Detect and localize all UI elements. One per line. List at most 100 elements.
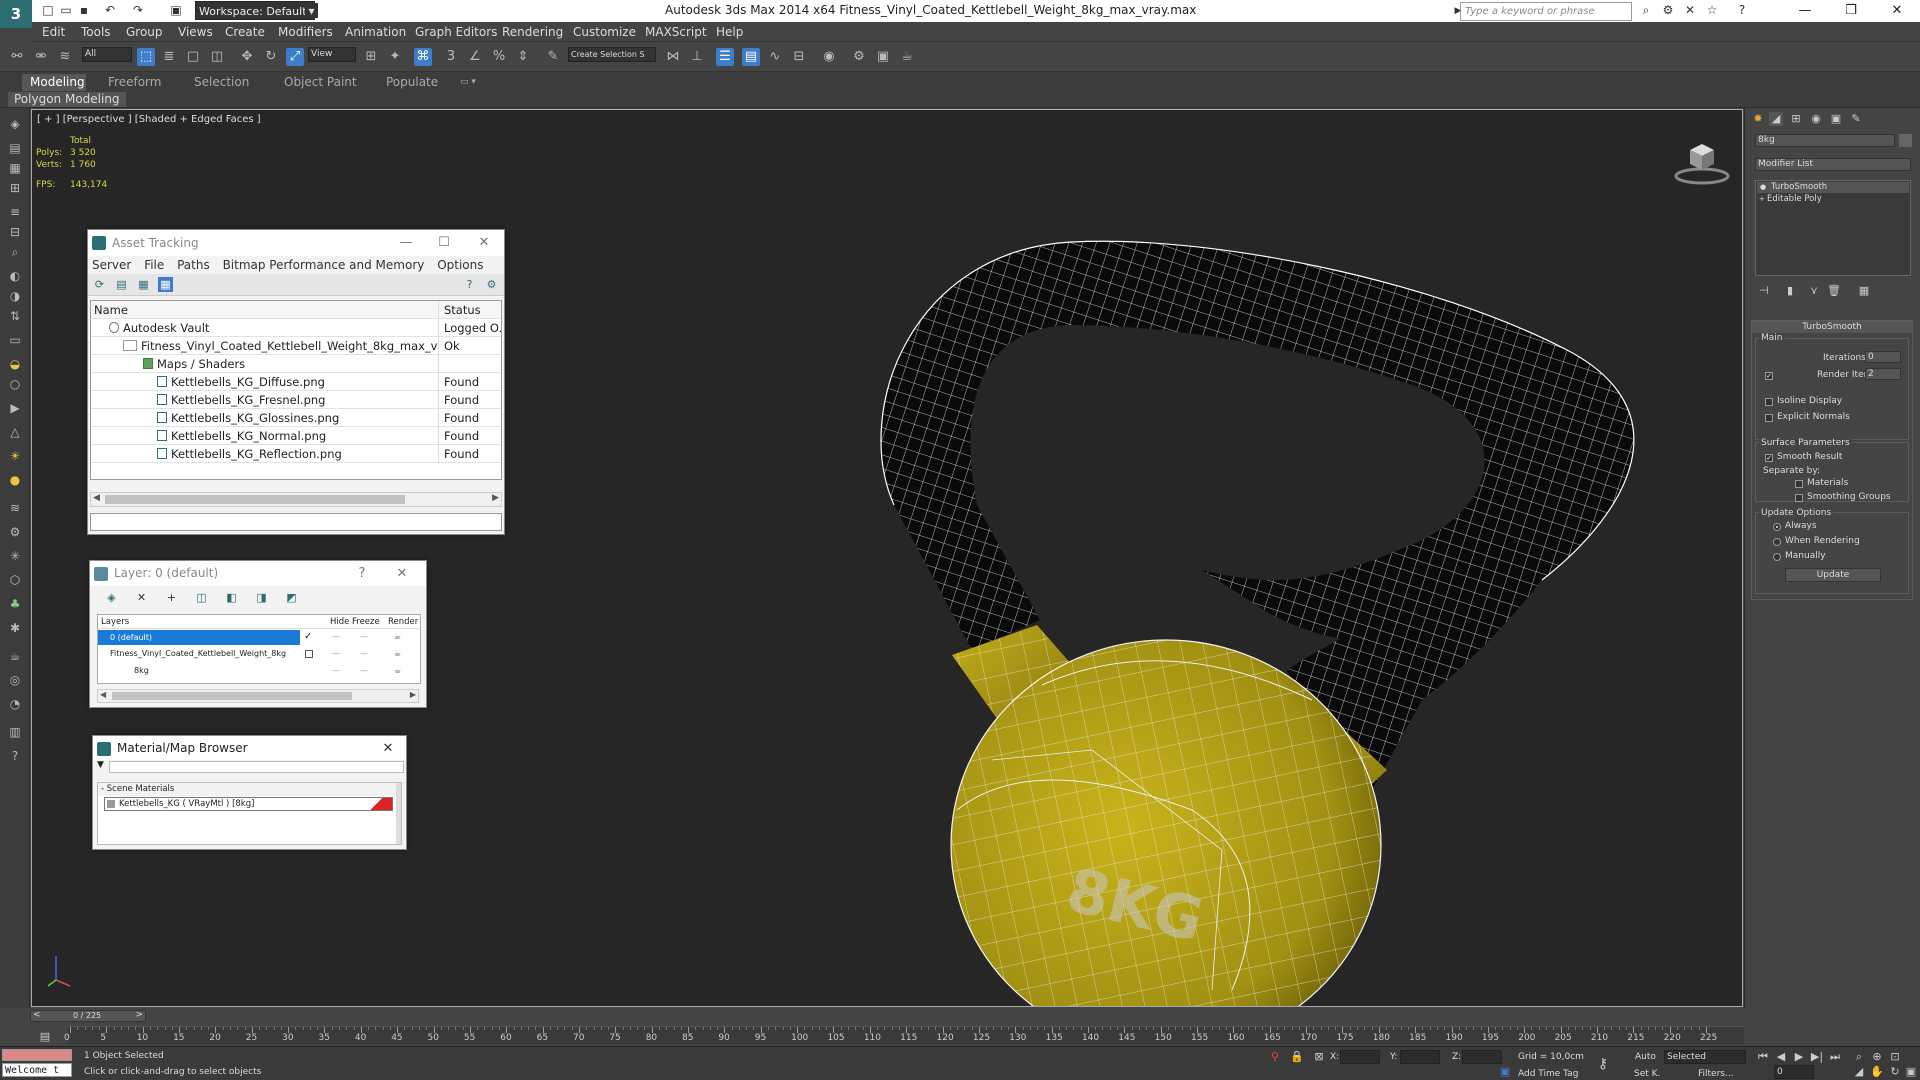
column-status[interactable]: Status bbox=[441, 301, 501, 319]
materials-checkbox[interactable] bbox=[1795, 480, 1803, 488]
hierarchy-tab-icon[interactable]: ⊞ bbox=[1789, 112, 1803, 126]
key-filters-button[interactable]: Filters... bbox=[1698, 1069, 1734, 1079]
menu-graph-editors[interactable]: Graph Editors bbox=[415, 25, 497, 39]
object-name-field[interactable]: 8kg bbox=[1755, 134, 1895, 147]
at-menu-file[interactable]: File bbox=[144, 258, 164, 272]
window-crossing-icon[interactable]: ◫ bbox=[208, 48, 226, 66]
update-button[interactable]: Update bbox=[1785, 568, 1881, 582]
favorites-icon[interactable]: ☆ bbox=[1704, 2, 1720, 18]
filter-icon[interactable]: ⊟ bbox=[6, 224, 24, 240]
rectangular-selection-icon[interactable]: □ bbox=[184, 48, 202, 66]
at-menu-bitmap-performance[interactable]: Bitmap Performance and Memory bbox=[223, 258, 425, 272]
utilities-tab-icon[interactable]: ✎ bbox=[1849, 112, 1863, 126]
set-key-button[interactable]: Set K. bbox=[1634, 1069, 1660, 1079]
help-circle-icon[interactable]: ? bbox=[6, 748, 24, 764]
active-layer-box[interactable] bbox=[305, 650, 313, 658]
time-slider[interactable]: < 0 / 225 > bbox=[30, 1010, 146, 1022]
menu-customize[interactable]: Customize bbox=[573, 25, 636, 39]
rotate-icon[interactable]: ↻ bbox=[262, 48, 280, 66]
absolute-mode-icon[interactable]: ⊠ bbox=[1312, 1050, 1326, 1064]
asset-tracking-minimize-button[interactable]: — bbox=[392, 230, 420, 256]
table-row[interactable]: Fitness_Vinyl_Coated_Kettlebell_Weight_8… bbox=[91, 337, 501, 355]
layer-row[interactable]: 0 (default) ✓ — — ☕ bbox=[98, 629, 420, 646]
render-teapot-icon[interactable]: ☕ bbox=[394, 646, 401, 661]
bone-icon[interactable]: ● bbox=[6, 472, 24, 488]
zoom-extents-icon[interactable]: ⊡ bbox=[1888, 1050, 1902, 1064]
play-icon[interactable]: ▶ bbox=[1792, 1050, 1806, 1064]
freeze-toggle[interactable]: — bbox=[360, 646, 368, 661]
scale-icon[interactable]: ⤢ bbox=[286, 48, 304, 66]
named-selection-dropdown[interactable]: Create Selection S bbox=[568, 47, 656, 62]
new-file-icon[interactable]: □ bbox=[40, 2, 56, 18]
material-browser-titlebar[interactable]: Material/Map Browser ✕ bbox=[93, 736, 406, 760]
table-row[interactable]: Kettlebells_KG_Glossines.png Found bbox=[91, 409, 501, 427]
render-teapot-icon[interactable]: ☕ bbox=[394, 629, 401, 644]
scroll-left-icon[interactable]: ◀ bbox=[93, 493, 100, 503]
time-tag-icon[interactable]: ▣ bbox=[1498, 1065, 1512, 1079]
prev-frame-icon[interactable]: ◀ bbox=[1774, 1050, 1788, 1064]
at-menu-options[interactable]: Options bbox=[437, 258, 483, 272]
goto-end-icon[interactable]: ⏭ bbox=[1828, 1050, 1842, 1064]
ribbon-toggle-icon[interactable]: ▤ bbox=[742, 48, 760, 66]
x-coordinate-field[interactable] bbox=[1340, 1050, 1380, 1064]
menu-help[interactable]: Help bbox=[716, 25, 743, 39]
close-button[interactable]: ✕ bbox=[1874, 0, 1920, 22]
menu-animation[interactable]: Animation bbox=[345, 25, 406, 39]
layer-dialog-titlebar[interactable]: Layer: 0 (default) ? ✕ bbox=[90, 561, 426, 586]
next-frame-icon[interactable]: ▶| bbox=[1810, 1050, 1824, 1064]
table-row[interactable]: Kettlebells_KG_Reflection.png Found bbox=[91, 445, 501, 463]
list-view-icon[interactable]: ▤ bbox=[114, 277, 129, 292]
zoom-all-icon[interactable]: ⊕ bbox=[1870, 1050, 1884, 1064]
render-iters-input[interactable]: 2 bbox=[1865, 368, 1901, 380]
pan-icon[interactable]: ✋ bbox=[1870, 1065, 1884, 1079]
asset-tracking-maximize-button[interactable]: ☐ bbox=[430, 230, 458, 256]
render-iters-checkbox[interactable]: ✓ bbox=[1765, 372, 1773, 380]
table-row[interactable]: Kettlebells_KG_Normal.png Found bbox=[91, 427, 501, 445]
always-radio[interactable] bbox=[1773, 523, 1781, 531]
minimize-button[interactable]: — bbox=[1782, 0, 1828, 22]
particle-icon[interactable]: ✱ bbox=[6, 620, 24, 636]
viewcube-icon[interactable] bbox=[1672, 136, 1732, 186]
layer-close-button[interactable]: ✕ bbox=[388, 561, 416, 587]
slider-prev-icon[interactable]: < bbox=[33, 1010, 41, 1020]
select-by-name-icon[interactable]: ≣ bbox=[160, 48, 178, 66]
z-coordinate-field[interactable] bbox=[1462, 1050, 1502, 1064]
menu-create[interactable]: Create bbox=[225, 25, 265, 39]
maxscript-mini-listener[interactable] bbox=[2, 1049, 72, 1061]
menu-group[interactable]: Group bbox=[126, 25, 163, 39]
binoculars-icon[interactable]: ⌕ bbox=[1638, 2, 1654, 18]
material-editor-icon[interactable]: ◉ bbox=[820, 48, 838, 66]
field-of-view-icon[interactable]: ◢ bbox=[1852, 1065, 1866, 1079]
pivot-center-icon[interactable]: ⊞ bbox=[362, 48, 380, 66]
explicit-normals-checkbox[interactable] bbox=[1765, 414, 1773, 422]
bind-space-warp-icon[interactable]: ≋ bbox=[56, 48, 74, 66]
column-hide[interactable]: Hide bbox=[330, 615, 349, 629]
find-icon[interactable]: ⌕ bbox=[6, 244, 24, 260]
scene-materials-group[interactable]: - Scene Materials bbox=[98, 783, 401, 796]
pin-stack-icon[interactable]: ⊣ bbox=[1757, 284, 1771, 298]
smooth-result-checkbox[interactable]: ✓ bbox=[1765, 454, 1773, 462]
scroll-left-icon[interactable]: ◀ bbox=[100, 690, 106, 699]
configure-sets-icon[interactable]: ▦ bbox=[1857, 284, 1871, 298]
hide-all-icon[interactable]: ◨ bbox=[254, 590, 269, 605]
layers-icon[interactable]: ≡ bbox=[6, 204, 24, 220]
motion-tab-icon[interactable]: ◉ bbox=[1809, 112, 1823, 126]
delete-layer-icon[interactable]: ✕ bbox=[134, 590, 149, 605]
menu-rendering[interactable]: Rendering bbox=[502, 25, 563, 39]
tab-modeling[interactable]: Modeling bbox=[22, 74, 86, 91]
viewport-label[interactable]: [ + ] [Perspective ] [Shaded + Edged Fac… bbox=[37, 114, 261, 125]
layer-manager-icon[interactable]: ☰ bbox=[716, 48, 734, 66]
stack-item-editable-poly[interactable]: + Editable Poly bbox=[1757, 194, 1909, 205]
reference-coordinate-dropdown[interactable]: View bbox=[308, 47, 356, 62]
at-menu-server[interactable]: Server bbox=[92, 258, 131, 272]
expand-icon[interactable]: + bbox=[1759, 194, 1765, 205]
scrollbar-thumb[interactable] bbox=[105, 495, 405, 504]
column-freeze[interactable]: Freeze bbox=[352, 615, 380, 629]
menu-views[interactable]: Views bbox=[178, 25, 213, 39]
smoothing-groups-checkbox[interactable] bbox=[1795, 494, 1803, 502]
track-bar[interactable]: 0 5 10 15 20 25 30 35 40 45 50 55 60 65 70 75 80 85 90 95 10… bbox=[64, 1026, 1744, 1044]
highlight-layer-icon[interactable]: ◧ bbox=[224, 590, 239, 605]
lock-selection-icon[interactable]: 🔒 bbox=[1290, 1050, 1304, 1064]
iterations-input[interactable]: 0 bbox=[1865, 351, 1901, 363]
scene-explorer-icon[interactable]: ◈ bbox=[6, 116, 24, 132]
